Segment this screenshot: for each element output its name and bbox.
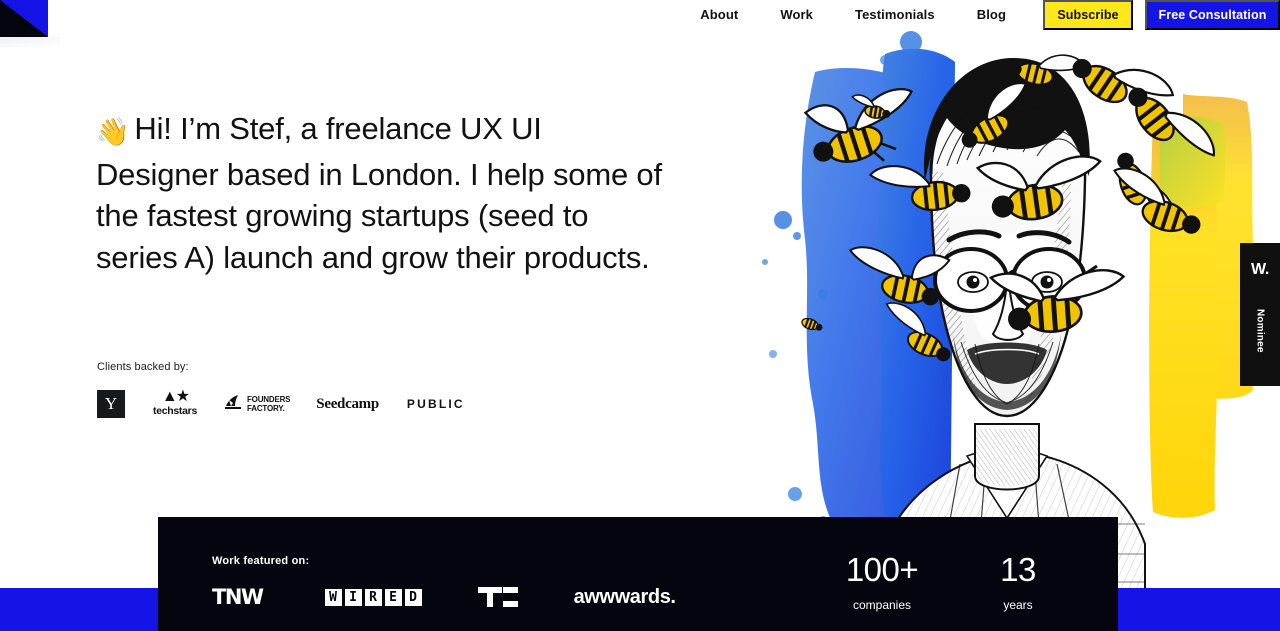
awwwards-nominee-badge[interactable]: W. Nominee bbox=[1240, 243, 1280, 386]
stat-years-label: years bbox=[1003, 598, 1033, 612]
techcrunch-c-bottom bbox=[502, 601, 518, 607]
clients-label: Clients backed by: bbox=[97, 361, 189, 373]
techstars-logo: ▲★ techstars bbox=[153, 388, 197, 418]
nav-link-about[interactable]: About bbox=[679, 0, 759, 30]
nav-link-blog[interactable]: Blog bbox=[956, 0, 1027, 30]
wired-letter-w: W bbox=[324, 588, 342, 606]
hero-heading-text: Hi! I’m Stef, a freelance UX UI Designer… bbox=[96, 111, 662, 275]
wired-letter-e: E bbox=[384, 588, 402, 606]
awwwards-logo: awwwards. bbox=[573, 585, 676, 608]
nav-link-work[interactable]: Work bbox=[759, 0, 834, 30]
y-combinator-logo: Y bbox=[97, 390, 125, 418]
founders-factory-wordmark: FOUNDERS FACTORY. bbox=[247, 395, 290, 413]
founders-factory-icon bbox=[223, 394, 243, 414]
techcrunch-t-stem bbox=[486, 593, 493, 607]
seedcamp-logo: Seedcamp bbox=[316, 395, 379, 412]
techstars-wordmark: techstars bbox=[153, 405, 197, 417]
wired-letter-i: I bbox=[344, 588, 362, 606]
stat-companies: 100+ companies bbox=[842, 551, 922, 612]
corner-shadow-decoration bbox=[0, 37, 60, 47]
featured-logo-row: TNW W I R E D awwwards. bbox=[212, 585, 676, 609]
waving-hand-icon: 👋 bbox=[96, 117, 130, 147]
techcrunch-c-top bbox=[502, 587, 518, 593]
stat-companies-value: 100+ bbox=[845, 551, 919, 588]
featured-on-band: Work featured on: TNW W I R E D awwwards… bbox=[158, 517, 1118, 631]
nav-links: About Work Testimonials Blog bbox=[679, 0, 1027, 30]
featured-label: Work featured on: bbox=[212, 555, 310, 567]
logo-corner-mark[interactable] bbox=[0, 0, 48, 37]
founders-factory-line1: FOUNDERS bbox=[247, 395, 291, 404]
hero-copy: 👋 Hi! I’m Stef, a freelance UX UI Designe… bbox=[96, 108, 666, 278]
client-logo-row: Y ▲★ techstars FOUNDERS FACTORY. Seedcam… bbox=[97, 388, 465, 418]
wired-logo: W I R E D bbox=[324, 588, 422, 606]
wired-letter-r: R bbox=[364, 588, 382, 606]
stats-row: 100+ companies 13 years bbox=[842, 517, 1118, 612]
featured-left: Work featured on: TNW W I R E D awwwards… bbox=[158, 517, 676, 609]
free-consultation-button[interactable]: Free Consultation bbox=[1145, 0, 1280, 30]
page-title: 👋 Hi! I’m Stef, a freelance UX UI Designe… bbox=[96, 108, 666, 278]
clients-backed-by-section: Clients backed by: Y ▲★ techstars FOUNDE… bbox=[97, 361, 465, 418]
nav-link-testimonials[interactable]: Testimonials bbox=[834, 0, 956, 30]
techstars-mountain-icon: ▲★ bbox=[161, 388, 190, 405]
subscribe-button[interactable]: Subscribe bbox=[1043, 0, 1133, 30]
stat-years-value: 13 bbox=[1000, 551, 1036, 588]
stat-companies-label: companies bbox=[852, 598, 912, 612]
landing-page: W. Nominee About Work Testimonials Blog … bbox=[0, 0, 1280, 631]
factory-glyph-icon bbox=[225, 395, 241, 409]
wired-letter-d: D bbox=[404, 588, 422, 606]
awwwards-badge-mark: W. bbox=[1250, 261, 1270, 278]
founders-factory-line2: FACTORY. bbox=[247, 404, 285, 413]
founders-factory-logo: FOUNDERS FACTORY. bbox=[223, 394, 290, 414]
awwwards-badge-label: Nominee bbox=[1254, 309, 1266, 353]
techcrunch-logo bbox=[477, 587, 518, 607]
main-navigation: About Work Testimonials Blog Subscribe F… bbox=[679, 0, 1280, 30]
public-logo: PUBLIC bbox=[406, 397, 465, 411]
stat-years: 13 years bbox=[978, 551, 1058, 612]
tnw-logo: TNW bbox=[212, 585, 264, 609]
